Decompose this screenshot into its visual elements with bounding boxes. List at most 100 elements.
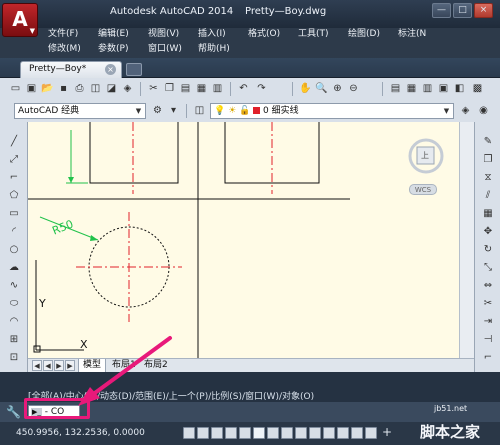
new-tab-button[interactable] <box>126 63 142 76</box>
zoom-window-icon[interactable]: ⊕ <box>330 81 345 96</box>
revision-cloud-icon[interactable]: ☁ <box>6 260 22 275</box>
transparency-toggle[interactable] <box>337 427 349 439</box>
close-icon[interactable]: × <box>105 64 116 75</box>
new-file-icon[interactable]: ▭ <box>8 81 23 96</box>
erase-icon[interactable]: ✎ <box>480 134 496 149</box>
move-icon[interactable]: ✥ <box>480 224 496 239</box>
ducs-toggle[interactable] <box>295 427 307 439</box>
zoom-realtime-icon[interactable]: 🔍 <box>314 81 329 96</box>
rotate-icon[interactable]: ↻ <box>480 242 496 257</box>
infer-constraints-toggle[interactable] <box>183 427 195 439</box>
menu-parametric[interactable]: 参数(P) <box>98 42 128 56</box>
menu-edit[interactable]: 编辑(E) <box>98 27 129 41</box>
ortho-toggle[interactable] <box>225 427 237 439</box>
osnap-toggle[interactable] <box>253 427 265 439</box>
first-layout-button[interactable]: ◀ <box>32 360 42 371</box>
construction-line-icon[interactable]: ⤢ <box>6 152 22 167</box>
polyline-icon[interactable]: ⌐ <box>6 170 22 185</box>
pan-icon[interactable]: ✋ <box>298 81 313 96</box>
tool-palettes-icon[interactable]: ▥ <box>420 81 435 96</box>
vertical-scrollbar[interactable] <box>459 122 474 358</box>
block-editor-icon[interactable]: ▥ <box>210 81 225 96</box>
menu-tools[interactable]: 工具(T) <box>298 27 329 41</box>
otrack-toggle[interactable] <box>281 427 293 439</box>
plus-icon[interactable]: + <box>382 425 392 439</box>
menu-view[interactable]: 视图(V) <box>148 27 179 41</box>
maximize-button[interactable]: □ <box>453 3 472 18</box>
design-center-icon[interactable]: ▦ <box>404 81 419 96</box>
arc-icon[interactable]: ◜ <box>6 224 22 239</box>
wrench-icon[interactable]: 🔧 <box>6 405 21 419</box>
lineweight-toggle[interactable] <box>323 427 335 439</box>
line-icon[interactable]: ╱ <box>6 134 22 149</box>
polar-toggle[interactable] <box>239 427 251 439</box>
snap-toggle[interactable] <box>197 427 209 439</box>
viewcube-top-label[interactable]: 上 <box>421 150 429 161</box>
layer-previous-icon[interactable]: ◉ <box>476 103 491 118</box>
cut-icon[interactable]: ✂ <box>146 81 161 96</box>
dyn-toggle[interactable] <box>309 427 321 439</box>
close-button[interactable]: × <box>474 3 493 18</box>
menu-file[interactable]: 文件(F) <box>48 27 78 41</box>
paste-icon[interactable]: ▤ <box>178 81 193 96</box>
drawing-canvas[interactable]: R50 Y X 上 WCS <box>28 122 474 358</box>
prev-layout-button[interactable]: ◀ <box>43 360 53 371</box>
ellipse-arc-icon[interactable]: ◠ <box>6 314 22 329</box>
workspace-settings-icon[interactable]: ⚙ <box>150 103 165 118</box>
scale-icon[interactable]: ⤡ <box>480 260 496 275</box>
fillet-icon[interactable]: ⌐ <box>480 350 496 365</box>
circle-icon[interactable]: ○ <box>6 242 22 257</box>
preview-icon[interactable]: ◫ <box>88 81 103 96</box>
make-current-icon[interactable]: ◈ <box>458 103 473 118</box>
stretch-icon[interactable]: ⇔ <box>480 278 496 293</box>
application-menu-button[interactable]: A ▼ <box>2 3 38 37</box>
ellipse-icon[interactable]: ⬭ <box>6 296 22 311</box>
layer-properties-icon[interactable]: ◫ <box>192 103 207 118</box>
properties-icon[interactable]: ▤ <box>388 81 403 96</box>
trim-icon[interactable]: ✂ <box>480 296 496 311</box>
extend-icon[interactable]: ⇥ <box>480 314 496 329</box>
break-icon[interactable]: ⊣ <box>480 332 496 347</box>
match-properties-icon[interactable]: ▦ <box>194 81 209 96</box>
calculator-icon[interactable]: ▩ <box>470 81 485 96</box>
quick-properties-toggle[interactable] <box>351 427 363 439</box>
mirror-icon[interactable]: ⧖ <box>480 170 496 185</box>
save-icon[interactable]: ▪ <box>56 81 71 96</box>
polygon-icon[interactable]: ⬠ <box>6 188 22 203</box>
menu-draw[interactable]: 绘图(D) <box>348 27 380 41</box>
tab-pretty-boy[interactable]: Pretty—Boy* × <box>20 61 122 78</box>
menu-insert[interactable]: 插入(I) <box>198 27 226 41</box>
print-icon[interactable]: ⎙ <box>72 81 87 96</box>
3d-osnap-toggle[interactable] <box>267 427 279 439</box>
menu-dimension[interactable]: 标注(N <box>398 27 426 41</box>
copy-object-icon[interactable]: ❐ <box>480 152 496 167</box>
wcs-menu[interactable]: WCS <box>409 184 437 195</box>
menu-modify[interactable]: 修改(M) <box>48 42 81 56</box>
customize-icon[interactable]: ▾ <box>166 103 181 118</box>
sheet-set-icon[interactable]: ▣ <box>436 81 451 96</box>
qnew-icon[interactable]: ▣ <box>24 81 39 96</box>
insert-block-icon[interactable]: ⊞ <box>6 332 22 347</box>
layer-select[interactable]: 💡 ☀ 🔓 0 细实线 ▼ <box>210 103 454 119</box>
3d-print-icon[interactable]: ◈ <box>120 81 135 96</box>
undo-icon[interactable]: ↶ <box>236 81 251 96</box>
markup-icon[interactable]: ◧ <box>452 81 467 96</box>
menu-window[interactable]: 窗口(W) <box>148 42 182 56</box>
rectangle-icon[interactable]: ▭ <box>6 206 22 221</box>
menu-help[interactable]: 帮助(H) <box>198 42 230 56</box>
make-block-icon[interactable]: ⊡ <box>6 350 22 365</box>
offset-icon[interactable]: ⫽ <box>480 188 496 203</box>
publish-icon[interactable]: ◪ <box>104 81 119 96</box>
copy-icon[interactable]: ❐ <box>162 81 177 96</box>
grid-toggle[interactable] <box>211 427 223 439</box>
menu-format[interactable]: 格式(O) <box>248 27 280 41</box>
zoom-previous-icon[interactable]: ⊖ <box>346 81 361 96</box>
redo-icon[interactable]: ↷ <box>254 81 269 96</box>
spline-icon[interactable]: ∿ <box>6 278 22 293</box>
next-layout-button[interactable]: ▶ <box>54 360 64 371</box>
workspace-select[interactable]: AutoCAD 经典 ▼ <box>14 103 146 119</box>
array-icon[interactable]: ▦ <box>480 206 496 221</box>
open-folder-icon[interactable]: 📂 <box>40 81 55 96</box>
selection-cycling-toggle[interactable] <box>365 427 377 439</box>
minimize-button[interactable]: — <box>432 3 451 18</box>
